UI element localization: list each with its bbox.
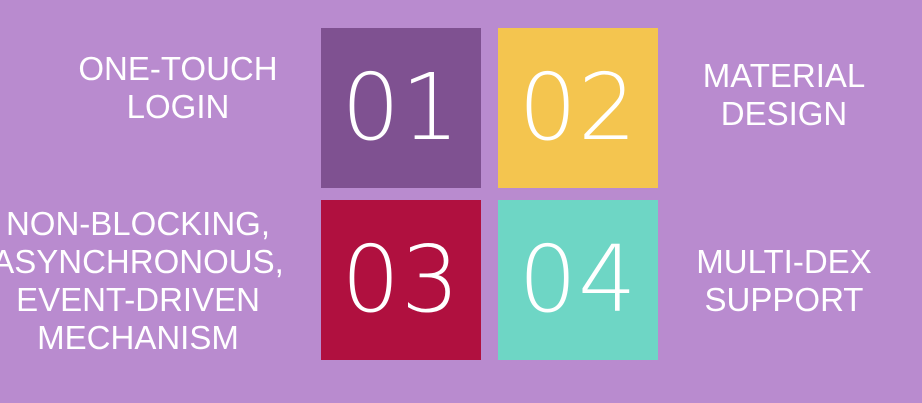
feature-tile-03: 03 bbox=[321, 200, 481, 360]
feature-label-multi-dex-support: MULTI-DEX SUPPORT bbox=[696, 243, 872, 318]
feature-grid-slide: ONE-TOUCH LOGIN 01 02 MATERIAL DESIGN NO… bbox=[0, 0, 922, 403]
feature-label-non-blocking: NON-BLOCKING, ASYNCHRONOUS, EVENT-DRIVEN… bbox=[0, 205, 284, 356]
feature-label-one-touch-login: ONE-TOUCH LOGIN bbox=[78, 50, 278, 125]
feature-tile-04: 04 bbox=[498, 200, 658, 360]
feature-tile-02: 02 bbox=[498, 28, 658, 188]
feature-label-material-design: MATERIAL DESIGN bbox=[702, 57, 866, 132]
feature-tile-01: 01 bbox=[321, 28, 481, 188]
